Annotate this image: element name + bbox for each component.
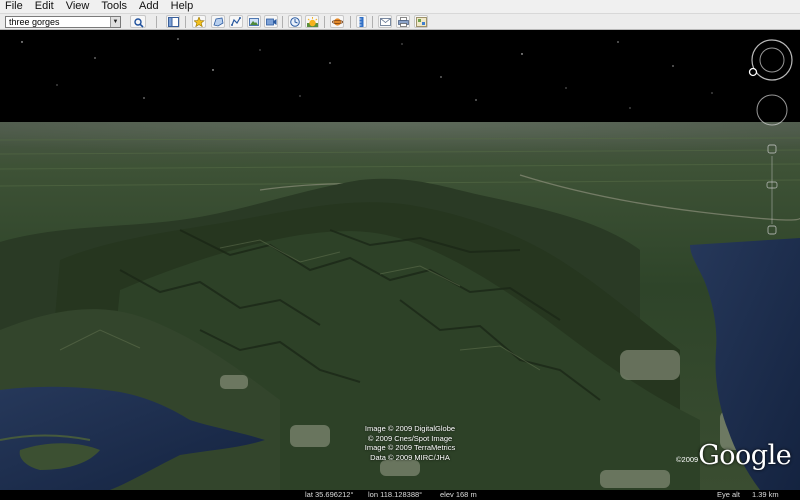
- attribution-line: Image © 2009 DigitalGlobe: [364, 424, 456, 433]
- menu-view[interactable]: View: [61, 0, 97, 13]
- menu-tools[interactable]: Tools: [96, 0, 134, 13]
- record-tour-icon: [266, 18, 277, 26]
- ruler-icon: [359, 17, 364, 27]
- menu-bar: File Edit View Tools Add Help: [0, 0, 800, 13]
- attribution-line: Image © 2009 TerraMetrics: [364, 443, 456, 452]
- imagery-attribution: Image © 2009 DigitalGlobe © 2009 Cnes/Sp…: [340, 424, 480, 462]
- attribution-line: © 2009 Cnes/Spot Image: [367, 433, 453, 443]
- google-logo: ©2009Google: [676, 440, 792, 471]
- search-button[interactable]: [130, 15, 146, 28]
- earth-3d-view[interactable]: Image © 2009 DigitalGlobe © 2009 Cnes/Sp…: [0, 30, 800, 490]
- status-elevation: elev 168 m: [440, 490, 477, 499]
- add-path-button[interactable]: [229, 15, 243, 28]
- print-button[interactable]: [396, 15, 410, 28]
- look-joystick[interactable]: [748, 38, 796, 86]
- record-tour-button[interactable]: [264, 15, 278, 28]
- status-latitude: lat 35.696212°: [305, 490, 354, 499]
- menu-help[interactable]: Help: [166, 0, 201, 13]
- status-bar: lat 35.696212° lon 118.128388° elev 168 …: [0, 490, 800, 500]
- placemark-icon: [194, 17, 205, 27]
- sunlight-button[interactable]: [305, 15, 319, 28]
- attribution-line: Data © 2009 MIRC/JHA: [370, 452, 450, 462]
- horizon-haze: [0, 122, 800, 162]
- path-icon: [231, 17, 241, 26]
- status-eye-alt-label: Eye alt: [717, 490, 740, 499]
- menu-edit[interactable]: Edit: [30, 0, 61, 13]
- ruler-button[interactable]: [356, 15, 367, 28]
- sunlight-icon: [307, 17, 318, 27]
- logo-copyright: ©2009: [676, 455, 699, 464]
- north-indicator-icon[interactable]: [748, 67, 758, 77]
- search-input[interactable]: three gorges ▼: [5, 16, 121, 28]
- zoom-in-icon[interactable]: [767, 144, 777, 154]
- email-icon: [380, 18, 391, 26]
- toolbar: three gorges ▼: [0, 13, 800, 30]
- image-overlay-icon: [249, 18, 259, 26]
- toolbar-separator: [185, 16, 186, 28]
- toolbar-separator: [350, 16, 351, 28]
- search-input-value: three gorges: [9, 17, 60, 27]
- add-polygon-button[interactable]: [211, 15, 225, 28]
- sidebar-toggle-icon: [168, 17, 179, 27]
- view-in-google-maps-button[interactable]: [414, 15, 428, 28]
- menu-file[interactable]: File: [0, 0, 30, 13]
- add-image-overlay-button[interactable]: [247, 15, 261, 28]
- switch-to-sky-icon: [332, 18, 343, 26]
- toolbar-separator: [156, 16, 157, 28]
- zoom-out-icon[interactable]: [767, 225, 777, 235]
- view-in-google-maps-icon: [416, 17, 427, 27]
- search-dropdown-icon[interactable]: ▼: [110, 17, 120, 27]
- historical-imagery-icon: [290, 17, 300, 27]
- add-placemark-button[interactable]: [192, 15, 206, 28]
- switch-to-sky-button[interactable]: [330, 15, 344, 28]
- zoom-slider[interactable]: [764, 142, 780, 238]
- logo-text: Google: [698, 440, 792, 471]
- magnifier-icon: [134, 18, 144, 28]
- email-button[interactable]: [378, 15, 392, 28]
- toolbar-separator: [324, 16, 325, 28]
- toolbar-separator: [282, 16, 283, 28]
- print-icon: [398, 17, 409, 27]
- menu-add[interactable]: Add: [134, 0, 166, 13]
- historical-imagery-button[interactable]: [288, 15, 302, 28]
- sky: [0, 30, 800, 122]
- terrain-scene: [0, 30, 800, 490]
- toolbar-separator: [372, 16, 373, 28]
- polygon-icon: [213, 17, 224, 27]
- status-longitude: lon 118.128388°: [368, 490, 423, 499]
- move-joystick[interactable]: [756, 94, 790, 128]
- status-eye-alt-value: 1.39 km: [752, 490, 779, 499]
- sidebar-toggle-button[interactable]: [166, 15, 180, 28]
